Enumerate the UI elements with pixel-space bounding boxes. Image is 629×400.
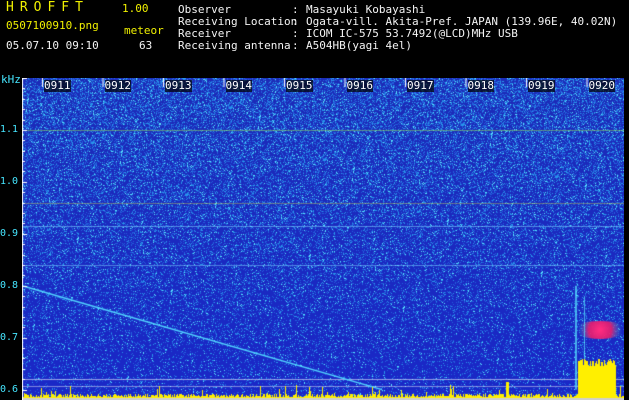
antenna-colon: : — [292, 39, 299, 52]
app-version: 1.00 — [122, 2, 149, 15]
freq-tick-0.7: 0.7 — [0, 331, 19, 343]
date-time: 05.07.10 09:10 — [6, 39, 99, 52]
detection-label: meteor — [124, 24, 164, 37]
app-title: HROFFT — [6, 0, 89, 15]
freq-tick-0.6: 0.6 — [0, 383, 19, 395]
time-tick-0918: 0918 — [467, 79, 494, 92]
time-tick-0916: 0916 — [346, 79, 373, 92]
frequency-unit-label: kHz — [1, 73, 21, 86]
time-tick-0915: 0915 — [286, 79, 313, 92]
file-name: 0507100910.png — [6, 19, 99, 32]
time-tick-0911: 0911 — [44, 79, 71, 92]
freq-tick-1.1: 1.1 — [0, 123, 19, 135]
time-tick-0917: 0917 — [407, 79, 434, 92]
time-tick-0912: 0912 — [104, 79, 131, 92]
antenna-value: A504HB(yagi 4el) — [306, 39, 412, 52]
freq-tick-1.0: 1.0 — [0, 175, 19, 187]
time-tick-0920: 0920 — [588, 79, 615, 92]
antenna-label: Receiving antenna — [178, 39, 291, 52]
freq-tick-0.9: 0.9 — [0, 227, 19, 239]
time-tick-0914: 0914 — [225, 79, 252, 92]
time-tick-0919: 0919 — [528, 79, 555, 92]
detection-count: 63 — [139, 39, 153, 52]
time-tick-0913: 0913 — [165, 79, 192, 92]
spectrogram-image[interactable] — [22, 78, 624, 400]
hrofft-window: HROFFT 1.00 0507100910.png meteor 05.07.… — [0, 0, 629, 400]
freq-tick-0.8: 0.8 — [0, 279, 19, 291]
